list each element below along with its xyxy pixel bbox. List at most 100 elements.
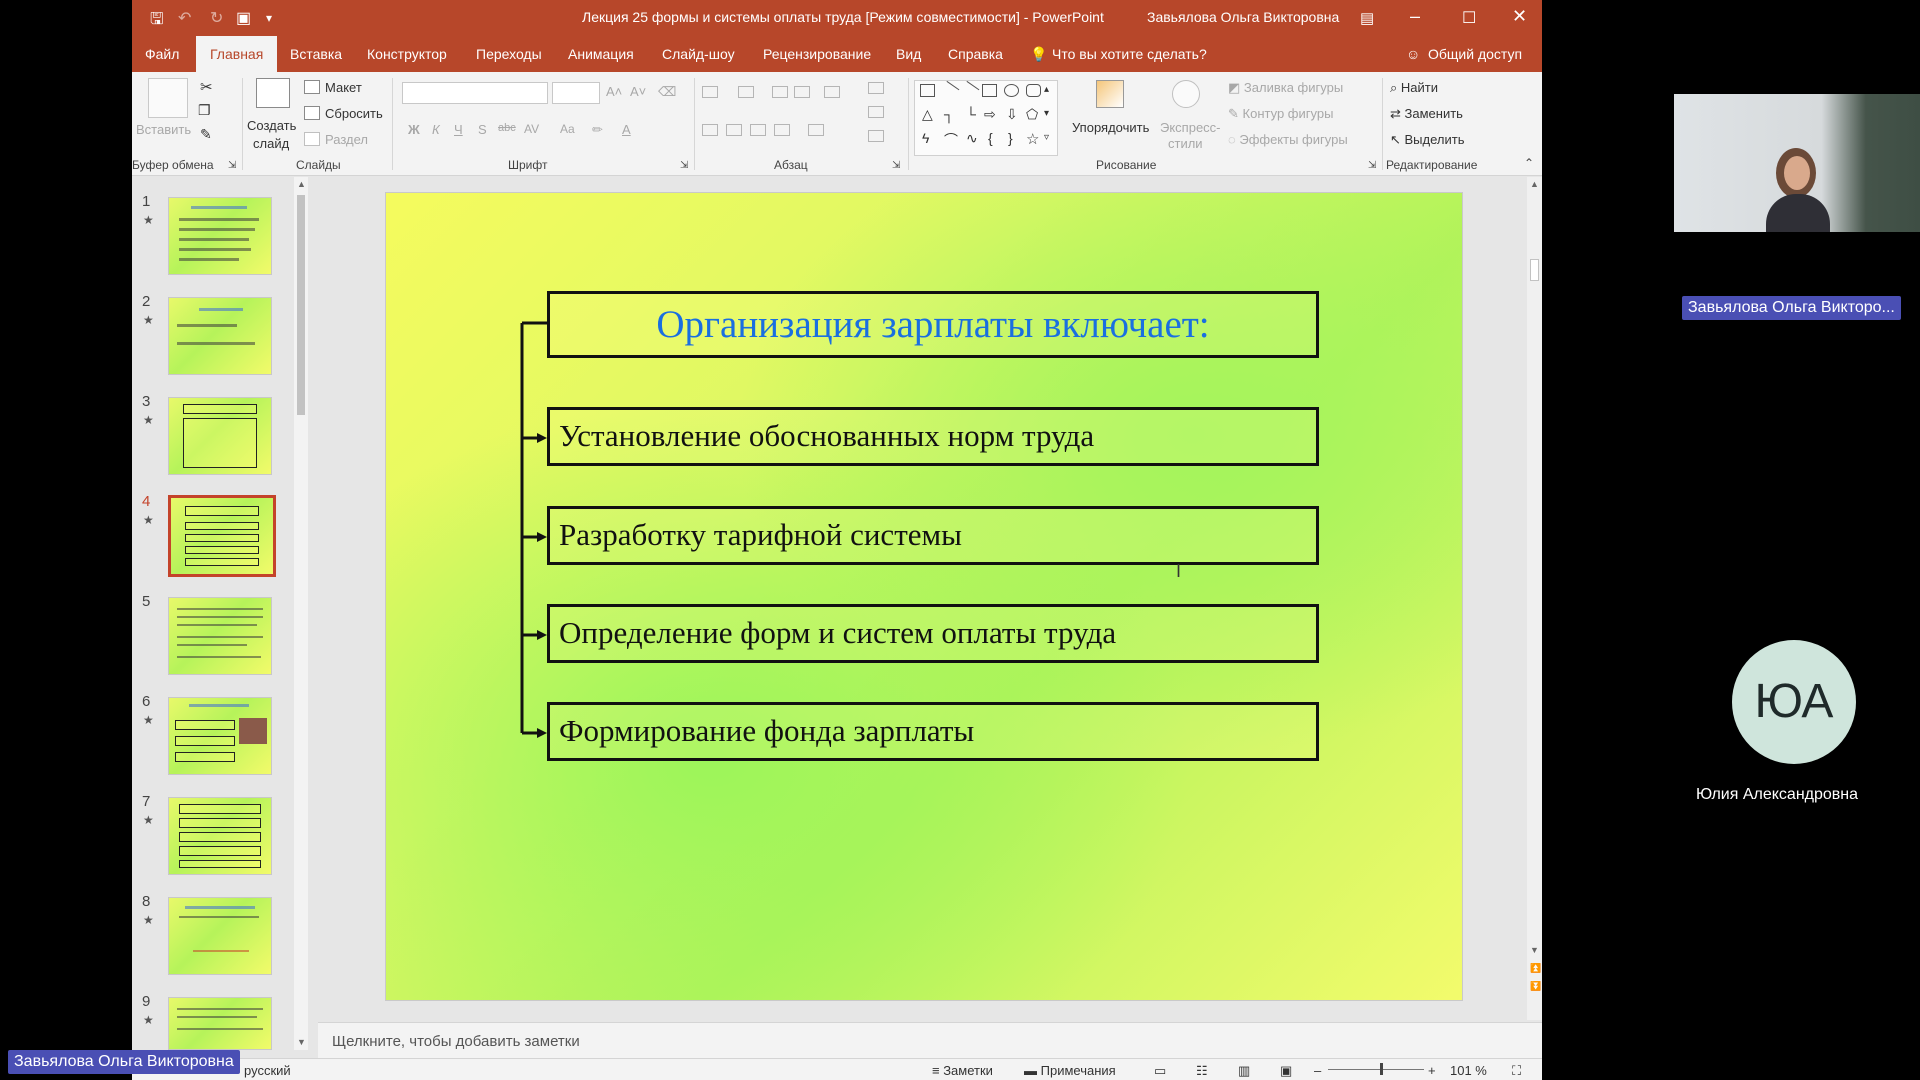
font-color-icon[interactable]: A: [622, 122, 631, 137]
zoom-in-icon[interactable]: +: [1428, 1063, 1436, 1078]
replace-button[interactable]: ⇄ Заменить: [1390, 106, 1463, 122]
right-brace-shape-icon[interactable]: }: [1008, 130, 1013, 146]
new-slide-button-line2[interactable]: слайд: [253, 136, 289, 151]
slide-thumbnail[interactable]: [168, 197, 272, 275]
paste-icon[interactable]: [148, 78, 188, 118]
font-name-input[interactable]: [402, 82, 548, 104]
gallery-scroll-down-icon[interactable]: ▾: [1044, 108, 1049, 119]
star-shape-icon[interactable]: ☆: [1026, 130, 1039, 148]
zoom-slider-thumb[interactable]: [1380, 1063, 1383, 1075]
slide-thumbnail[interactable]: [168, 597, 272, 675]
scroll-up-icon[interactable]: ▲: [297, 179, 306, 189]
font-launcher-icon[interactable]: ⇲: [680, 160, 688, 171]
zoom-slider[interactable]: [1328, 1069, 1424, 1070]
justify-icon[interactable]: [774, 124, 790, 136]
format-painter-icon[interactable]: ✎: [200, 126, 212, 143]
slide-thumbnail[interactable]: [168, 397, 272, 475]
gallery-scroll-up-icon[interactable]: ▴: [1044, 84, 1049, 95]
italic-button[interactable]: К: [432, 122, 440, 137]
tab-transitions[interactable]: Переходы: [476, 46, 542, 62]
character-spacing-button[interactable]: AV: [524, 122, 539, 136]
down-arrow-shape-icon[interactable]: ⇩: [1006, 106, 1018, 123]
shadow-button[interactable]: S: [478, 122, 487, 137]
tab-insert[interactable]: Вставка: [290, 46, 342, 62]
notes-toggle[interactable]: ≡ Заметки: [932, 1063, 993, 1078]
change-case-button[interactable]: Aa: [560, 122, 575, 136]
bold-button[interactable]: Ж: [408, 122, 420, 137]
current-slide[interactable]: Организация зарплаты включает: Установле…: [386, 193, 1462, 1000]
strikethrough-button[interactable]: abc: [498, 122, 516, 134]
minimize-icon[interactable]: –: [1410, 6, 1420, 27]
slide-item-box[interactable]: Установление обоснованных норм труда: [547, 407, 1319, 466]
quick-styles-button-line2[interactable]: стили: [1168, 136, 1203, 151]
scroll-down-icon[interactable]: ▼: [1530, 945, 1539, 955]
clipboard-launcher-icon[interactable]: ⇲: [228, 160, 236, 171]
decrease-indent-icon[interactable]: [772, 86, 788, 98]
elbow-arrow-icon[interactable]: └: [966, 106, 976, 122]
comments-toggle[interactable]: ▬ Примечания: [1024, 1063, 1116, 1078]
thumbnails-scrollbar[interactable]: ▲ ▼: [294, 177, 308, 1050]
oval-shape-icon[interactable]: [1004, 84, 1019, 97]
smartart-icon[interactable]: [868, 130, 884, 142]
slide-thumbnail[interactable]: [168, 697, 272, 775]
save-icon[interactable]: 🖫: [150, 8, 164, 35]
right-arrow-shape-icon[interactable]: ⇨: [984, 106, 996, 123]
undo-icon[interactable]: ↶: [178, 8, 191, 28]
layout-button[interactable]: Макет: [304, 80, 362, 95]
participant-avatar[interactable]: ЮА: [1732, 640, 1856, 764]
freeform-shape-icon[interactable]: ⬠: [1026, 106, 1038, 123]
align-center-icon[interactable]: [726, 124, 742, 136]
new-slide-button[interactable]: Создать: [247, 118, 296, 133]
textbox-shape-icon[interactable]: [920, 84, 935, 97]
zoom-out-icon[interactable]: –: [1314, 1063, 1321, 1078]
left-brace-shape-icon[interactable]: {: [988, 130, 993, 146]
select-button[interactable]: ↖ Выделить: [1390, 132, 1465, 148]
slideshow-view-icon[interactable]: ▣: [1280, 1063, 1292, 1079]
shape-effects-button[interactable]: ◌ Эффекты фигуры: [1228, 132, 1348, 147]
normal-view-icon[interactable]: ▭: [1154, 1063, 1166, 1079]
columns-icon[interactable]: [868, 82, 884, 94]
arrange-icon[interactable]: [1096, 80, 1124, 108]
language-indicator[interactable]: русский: [244, 1063, 291, 1078]
previous-slide-icon[interactable]: ⏫: [1530, 963, 1541, 974]
tab-home[interactable]: Главная: [196, 36, 278, 72]
tab-slideshow[interactable]: Слайд-шоу: [662, 46, 735, 62]
zoom-level[interactable]: 101 %: [1450, 1063, 1487, 1078]
rectangle-shape-icon[interactable]: [982, 84, 997, 97]
text-direction-icon[interactable]: [808, 124, 824, 136]
ribbon-display-icon[interactable]: ▤: [1360, 9, 1374, 27]
share-button[interactable]: Общий доступ: [1428, 46, 1522, 62]
slide-thumbnail[interactable]: [168, 297, 272, 375]
shape-outline-button[interactable]: ✎ Контур фигуры: [1228, 106, 1333, 122]
slide-thumbnail[interactable]: [168, 897, 272, 975]
clear-formatting-icon[interactable]: ⌫: [658, 84, 676, 100]
account-name[interactable]: Завьялова Ольга Викторовна: [1147, 9, 1339, 25]
triangle-shape-icon[interactable]: △: [922, 106, 933, 123]
slide-title-box[interactable]: Организация зарплаты включает:: [547, 291, 1319, 358]
bullets-icon[interactable]: [702, 86, 718, 98]
rounded-rect-shape-icon[interactable]: [1026, 84, 1041, 97]
tab-file[interactable]: Файл: [145, 46, 179, 62]
paragraph-launcher-icon[interactable]: ⇲: [892, 160, 900, 171]
redo-icon[interactable]: ↻: [210, 8, 223, 28]
shape-fill-button[interactable]: ◩ Заливка фигуры: [1228, 80, 1343, 96]
font-size-input[interactable]: [552, 82, 600, 104]
tab-animations[interactable]: Анимация: [568, 46, 634, 62]
grow-font-icon[interactable]: A˄: [606, 84, 622, 99]
maximize-icon[interactable]: ☐: [1462, 8, 1476, 28]
tab-review[interactable]: Рецензирование: [763, 46, 871, 62]
slide-scrollbar[interactable]: ▲ ▼ ⏫ ⏬: [1527, 177, 1542, 1020]
scroll-thumb[interactable]: [297, 195, 305, 415]
paste-button[interactable]: Вставить: [136, 122, 191, 137]
slide-sorter-icon[interactable]: ☷: [1196, 1063, 1208, 1079]
arc-shape-icon[interactable]: ⌒: [944, 130, 958, 150]
shrink-font-icon[interactable]: A˅: [630, 84, 646, 99]
slide-thumbnail[interactable]: [168, 997, 272, 1050]
slide-thumbnail-selected[interactable]: [168, 495, 276, 577]
fit-to-window-icon[interactable]: ⛶: [1512, 1063, 1521, 1079]
cut-icon[interactable]: ✂: [200, 78, 213, 96]
tell-me-search[interactable]: Что вы хотите сделать?: [1052, 46, 1207, 62]
scroll-up-icon[interactable]: ▲: [1530, 179, 1539, 189]
section-button[interactable]: Раздел: [304, 132, 368, 147]
new-slide-icon[interactable]: [256, 78, 290, 108]
